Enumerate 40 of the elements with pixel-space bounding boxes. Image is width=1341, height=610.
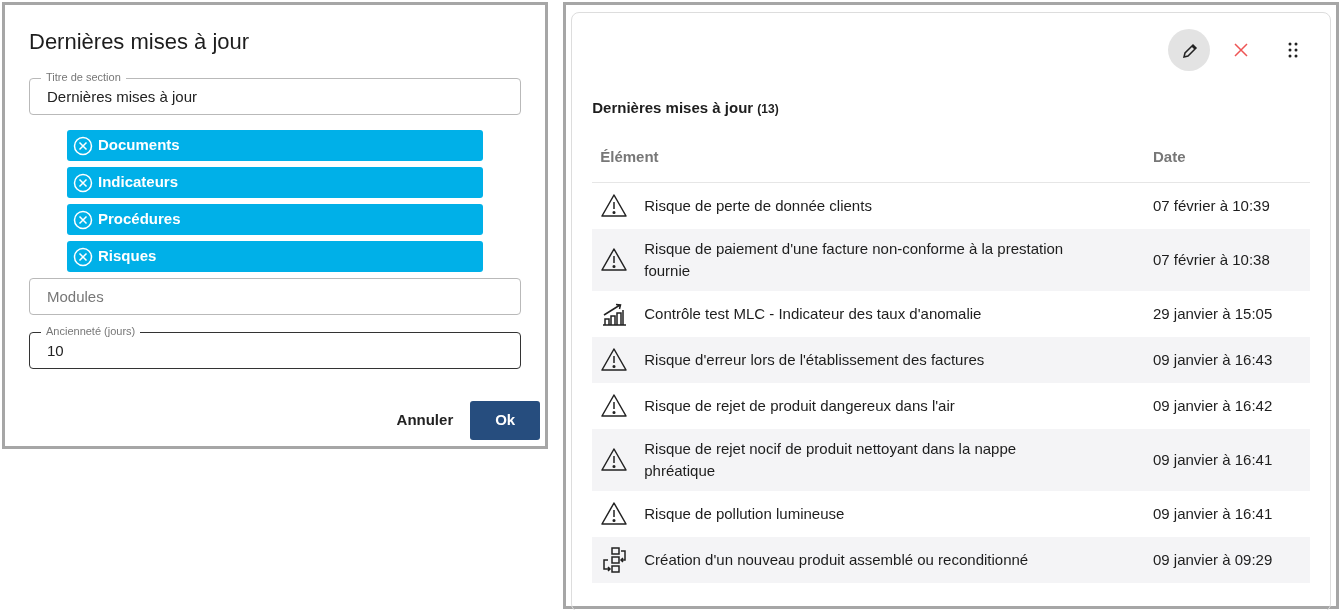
date-cell: 09 janvier à 16:41: [1145, 429, 1310, 491]
warning-icon: [600, 500, 629, 528]
remove-icon[interactable]: [73, 246, 93, 267]
warning-icon: [600, 246, 629, 274]
date-cell: 09 janvier à 09:29: [1145, 537, 1310, 583]
date-cell: 07 février à 10:39: [1145, 182, 1310, 229]
warning-icon: [600, 446, 629, 474]
cancel-button[interactable]: Annuler: [396, 405, 454, 436]
remove-icon[interactable]: [73, 172, 93, 193]
chip-label: Indicateurs: [98, 172, 179, 193]
date-cell: 09 janvier à 16:42: [1145, 383, 1310, 429]
warning-icon: [600, 346, 629, 374]
chip-label: Procédures: [98, 209, 181, 230]
warning-icon: [600, 192, 629, 220]
edit-button[interactable]: [1168, 29, 1210, 71]
date-cell: 09 janvier à 16:43: [1145, 337, 1310, 383]
modules-field[interactable]: Modules: [29, 278, 522, 315]
element-name: Risque de paiement d'une facture non-conforme à la prestation fournie: [636, 229, 1145, 291]
warning-icon: [600, 392, 629, 420]
column-header: Date: [1145, 145, 1310, 183]
date-cell: 07 février à 10:38: [1145, 229, 1310, 291]
element-name: Risque d'erreur lors de l'établissement des factures: [636, 337, 1145, 383]
widget-title: Dernières mises à jour (13): [592, 98, 780, 118]
remove-icon[interactable]: [73, 209, 93, 230]
ok-button[interactable]: Ok: [470, 401, 541, 440]
element-name: Risque de perte de donnée clients: [636, 182, 1145, 229]
item-count: (13): [757, 102, 779, 116]
element-name: Création d'un nouveau produit assemblé ou reconditionné: [636, 537, 1145, 583]
remove-icon[interactable]: [73, 135, 93, 156]
element-name: Risque de pollution lumineuse: [636, 491, 1145, 537]
date-cell: 09 janvier à 16:41: [1145, 491, 1310, 537]
chip-label: Documents: [98, 135, 180, 156]
dialog-title: Dernières mises à jour: [29, 28, 251, 56]
column-header: Élément: [592, 145, 1145, 183]
date-cell: 29 janvier à 15:05: [1145, 291, 1310, 337]
element-name: Contrôle test MLC - Indicateur des taux d'anomalie: [636, 291, 1145, 337]
element-name: Risque de rejet nocif de produit nettoyant dans la nappe phréatique: [636, 429, 1145, 491]
process-icon: [600, 546, 629, 574]
element-name: Risque de rejet de produit dangereux dans l'air: [636, 383, 1145, 429]
chip-label: Risques: [98, 246, 157, 267]
